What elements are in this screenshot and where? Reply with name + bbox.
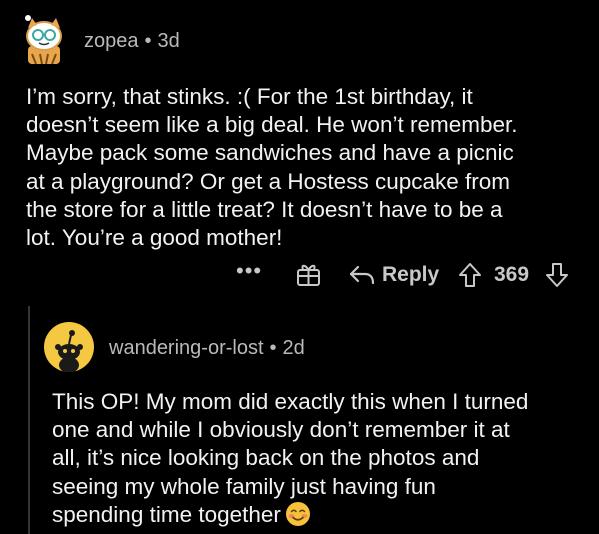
comment-line: one and while I obviously don’t remember… (52, 417, 510, 443)
comment-line: lot. You’re a good mother! (26, 225, 283, 251)
username[interactable]: zopea (84, 30, 139, 52)
comment-header: zopea • 3d (84, 30, 180, 53)
upvote-arrow-icon[interactable] (458, 262, 482, 288)
gift-icon[interactable] (295, 261, 322, 288)
comment-line-last: spending time together (52, 501, 592, 529)
comment-line: spending time together (52, 501, 281, 527)
downvote-arrow-icon[interactable] (545, 262, 569, 288)
username[interactable]: wandering-or-lost (109, 337, 264, 359)
comment-line: doesn’t seem like a big deal. He won’t r… (26, 112, 518, 138)
comment-body: I’m sorry, that stinks. :( For the 1st b… (26, 83, 586, 252)
smiling-blushing-face-emoji (285, 501, 310, 526)
comment-line: the store for a little treat? It doesn’t… (26, 196, 503, 222)
comment-body: This OP! My mom did exactly this when I … (52, 388, 592, 529)
comment-line: all, it’s nice looking back on the photo… (52, 445, 480, 471)
reply-button[interactable]: Reply (382, 263, 439, 287)
comment-line: I’m sorry, that stinks. :( For the 1st b… (26, 84, 473, 109)
comment-line: This OP! My mom did exactly this when I … (52, 389, 529, 414)
comment-line: at a playground? Or get a Hostess cupcak… (26, 168, 511, 194)
reply-arrow-icon[interactable] (348, 264, 376, 286)
comment-header: wandering-or-lost • 2d (109, 337, 305, 360)
comment-age: 3d (157, 30, 180, 52)
meta-separator: • (269, 337, 277, 359)
comment-line: seeing my whole family just having fun (52, 473, 436, 499)
snoo-avatar-icon[interactable] (22, 14, 66, 64)
default-snoo-avatar-icon[interactable] (44, 322, 94, 372)
comment-age: 2d (282, 337, 305, 359)
meta-separator: • (144, 30, 152, 52)
more-options-button[interactable]: ••• (236, 258, 262, 284)
thread-collapse-line[interactable] (28, 306, 30, 534)
comment-action-bar: ••• Reply 369 (0, 258, 599, 292)
vote-score: 369 (494, 263, 530, 286)
comment-line: Maybe pack some sandwiches and have a pi… (26, 140, 514, 166)
